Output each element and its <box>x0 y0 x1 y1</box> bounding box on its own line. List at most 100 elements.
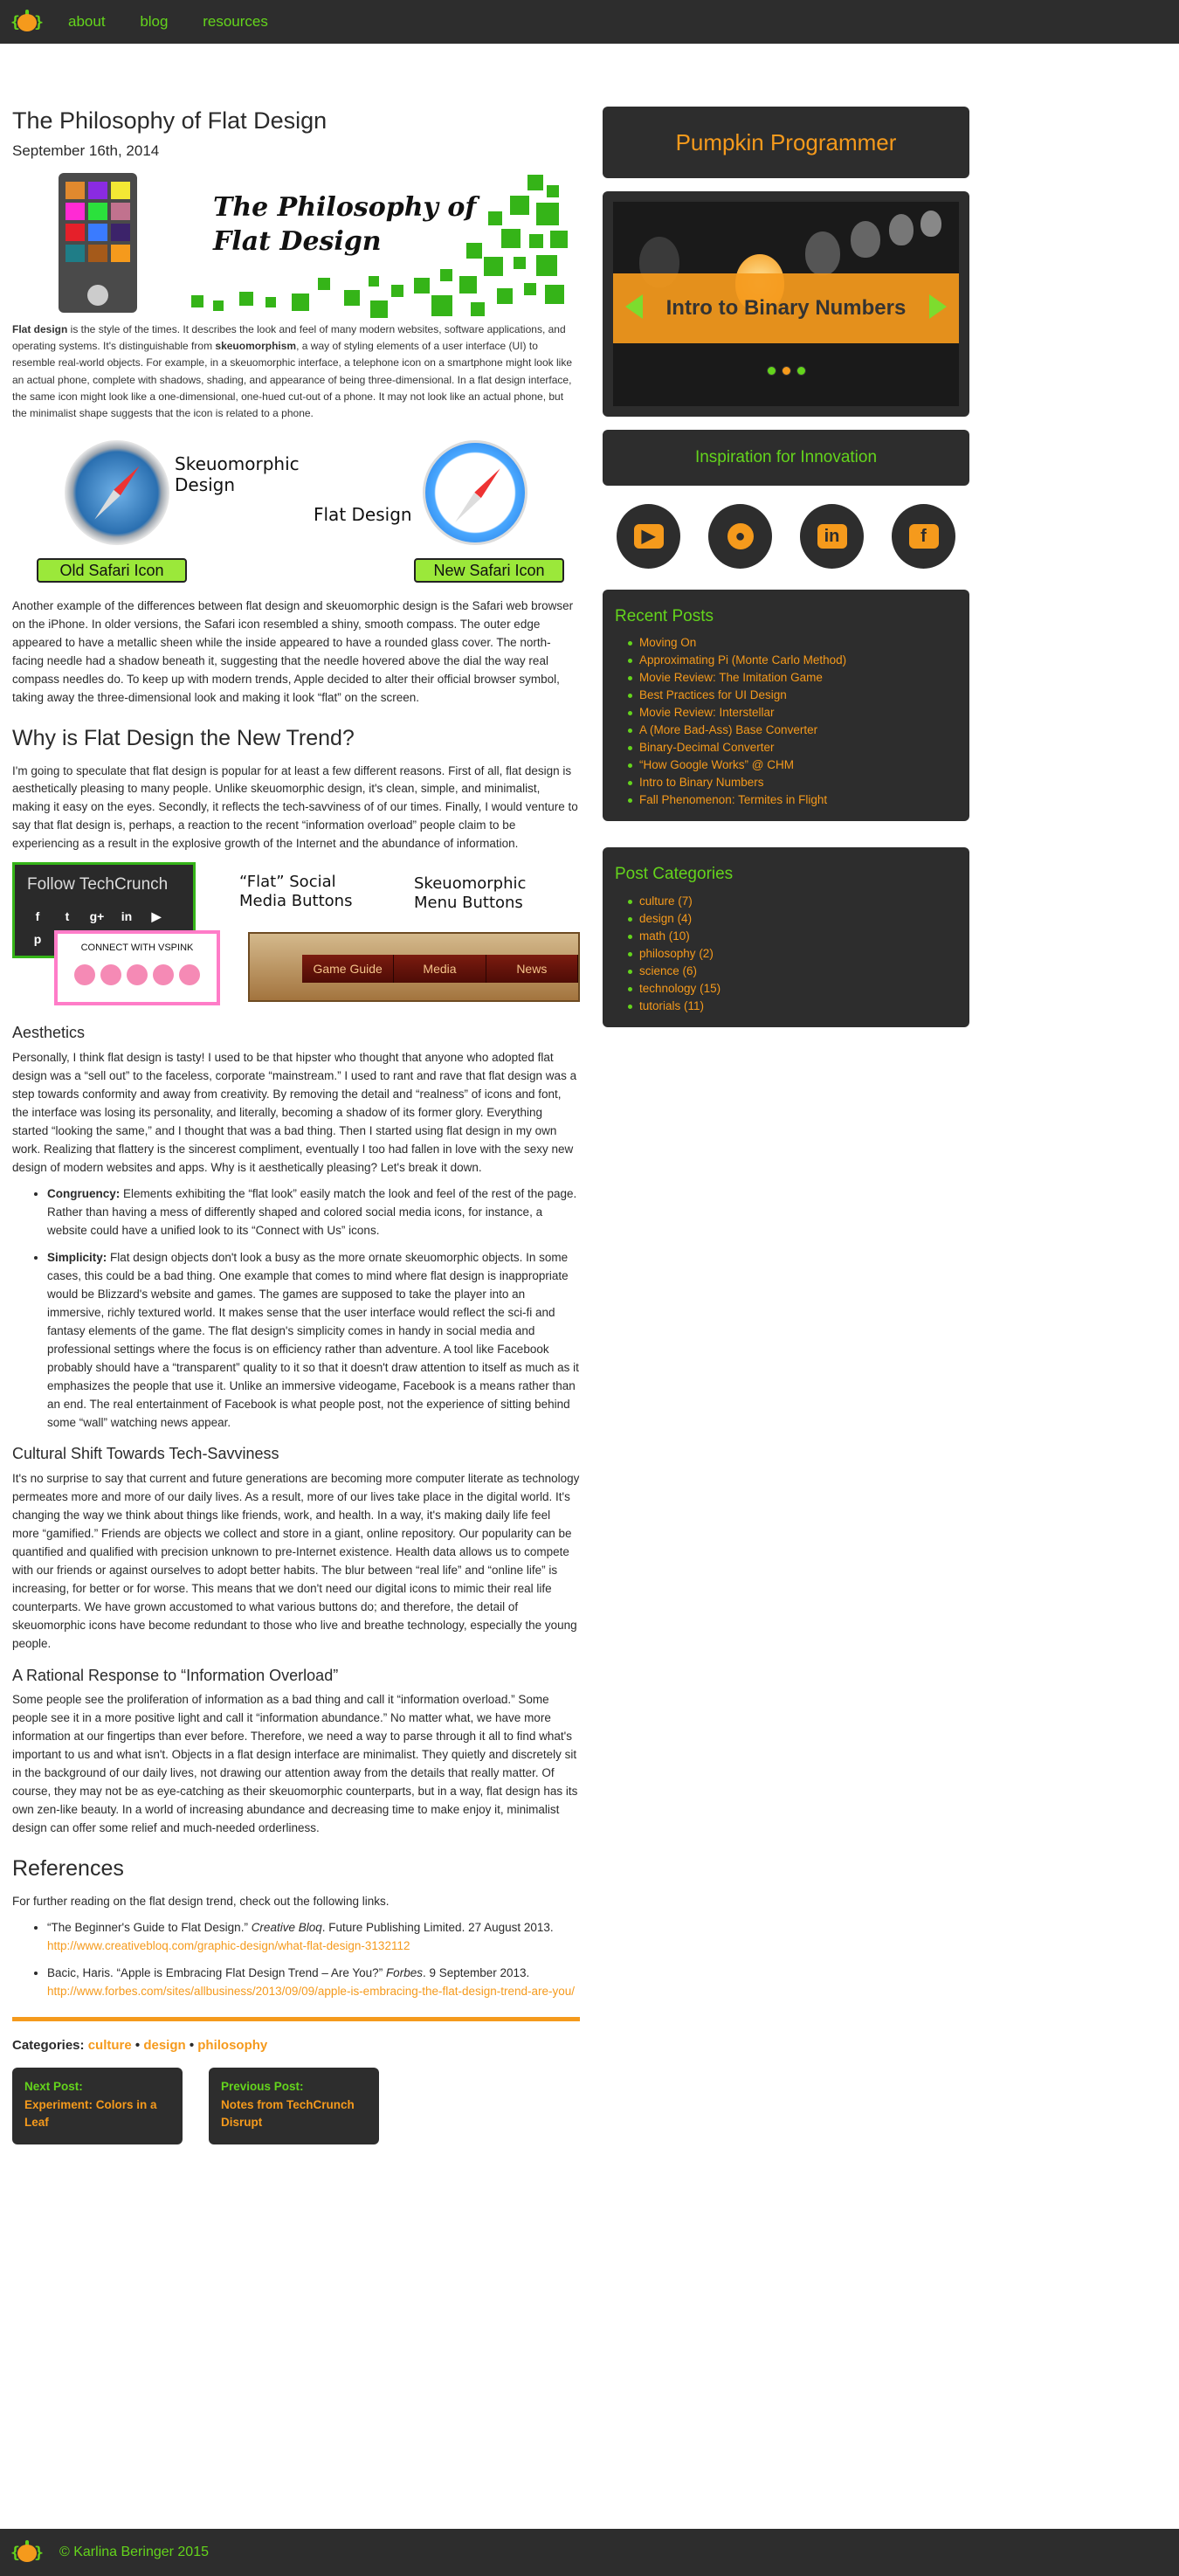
site-footer: {} © Karlina Beringer 2015 <box>0 2529 1179 2576</box>
category-name: tutorials <box>639 998 681 1012</box>
old-safari-compass-icon <box>65 440 169 546</box>
youtube-icon: ▶ <box>151 908 162 923</box>
featured-slider: Intro to Binary Numbers <box>603 191 969 417</box>
nav-link-about[interactable]: about <box>68 13 106 30</box>
slider-dot[interactable] <box>781 366 791 376</box>
category-link[interactable]: tutorials (11) <box>628 998 957 1015</box>
recent-post-link[interactable]: Movie Review: Interstellar <box>628 704 957 722</box>
bullet-term: Simplicity: <box>47 1251 107 1265</box>
youtube-icon[interactable]: ▶ <box>617 504 680 569</box>
recent-post-link[interactable]: Binary-Decimal Converter <box>628 739 957 756</box>
reference-link[interactable]: http://www.forbes.com/sites/allbusiness/… <box>47 1985 575 1998</box>
top-nav-bar: {} about blog resources <box>0 0 1179 44</box>
post-navigation: Next Post: Experiment: Colors in a Leaf … <box>12 2068 580 2145</box>
google-plus-icon: g+ <box>89 908 105 923</box>
list-item: Simplicity: Flat design objects don't lo… <box>47 1249 580 1432</box>
recent-post-link[interactable]: “How Google Works” @ CHM <box>628 756 957 774</box>
references-list: “The Beginner's Guide to Flat Design.” C… <box>47 1919 580 2001</box>
bullet-text: Elements exhibiting the “flat look” easi… <box>47 1187 577 1238</box>
new-safari-compass-icon <box>423 440 527 546</box>
category-link[interactable]: science (6) <box>628 963 957 980</box>
previous-post-button[interactable]: Previous Post: Notes from TechCrunch Dis… <box>209 2068 379 2145</box>
category-name: culture <box>639 894 675 908</box>
nav-link-resources[interactable]: resources <box>203 13 268 30</box>
heading-cultural-shift: Cultural Shift Towards Tech-Savviness <box>12 1445 279 1463</box>
ref-source: Forbes <box>385 1966 423 1980</box>
recent-posts-title: Recent Posts <box>615 607 714 625</box>
category-link-philosophy[interactable]: philosophy <box>197 2038 267 2053</box>
copyright-text: © Karlina Beringer 2015 <box>59 2544 209 2559</box>
bullet-term: Congruency: <box>47 1187 121 1201</box>
category-link[interactable]: culture (7) <box>628 893 957 910</box>
category-count: (6) <box>682 963 698 977</box>
category-name: science <box>639 963 679 977</box>
next-post-button[interactable]: Next Post: Experiment: Colors in a Leaf <box>12 2068 183 2145</box>
recent-post-link[interactable]: A (More Bad-Ass) Base Converter <box>628 722 957 739</box>
reference-link[interactable]: http://www.creativebloq.com/graphic-desi… <box>47 1939 410 1952</box>
category-count: (4) <box>677 911 693 925</box>
category-name: math <box>639 929 666 943</box>
inspiration-banner[interactable]: Inspiration for Innovation <box>603 430 969 486</box>
slider-next-arrow-icon[interactable] <box>929 294 947 319</box>
pinterest-icon: p <box>33 931 42 946</box>
linkedin-icon: in <box>121 908 133 923</box>
old-safari-icon-tag: Old Safari Icon <box>37 558 187 584</box>
safari-paragraph: Another example of the differences betwe… <box>12 599 574 704</box>
slide-image[interactable]: Intro to Binary Numbers <box>613 202 959 406</box>
post-categories: Categories: culture • design • philosoph… <box>12 2038 268 2054</box>
site-brand[interactable]: Pumpkin Programmer <box>603 107 969 178</box>
ref-text: Bacic, Haris. “Apple is Embracing Flat D… <box>47 1966 386 1980</box>
nav-link-blog[interactable]: blog <box>140 13 168 30</box>
slider-prev-arrow-icon[interactable] <box>625 294 643 319</box>
post-categories-widget: Post Categories culture (7) design (4) m… <box>603 847 969 1027</box>
slider-dot[interactable] <box>796 366 806 376</box>
category-count: (2) <box>699 946 714 960</box>
social-vs-menu-image: Follow TechCrunch f t g+ in ▶ p CONNECT … <box>12 862 580 1011</box>
linkedin-icon[interactable]: in <box>800 504 864 569</box>
category-link[interactable]: design (4) <box>628 910 957 928</box>
recent-post-link[interactable]: Moving On <box>628 634 957 652</box>
heading-aesthetics: Aesthetics <box>12 1024 86 1042</box>
pumpkin-logo-icon: {} <box>10 2538 44 2567</box>
label-skeuomorphic-design: Skeuomorphic Design <box>175 453 300 496</box>
recent-post-link[interactable]: Movie Review: The Imitation Game <box>628 669 957 687</box>
pumpkin-logo-icon[interactable]: {} <box>10 7 44 37</box>
blog-post: The Philosophy of Flat Design September … <box>12 107 580 2145</box>
heading-rational-response: A Rational Response to “Information Over… <box>12 1666 339 1684</box>
facebook-icon[interactable]: f <box>892 504 955 569</box>
list-item: Congruency: Elements exhibiting the “fla… <box>47 1185 580 1240</box>
recent-post-link[interactable]: Intro to Binary Numbers <box>628 774 957 791</box>
heading-new-trend: Why is Flat Design the New Trend? <box>12 725 355 750</box>
intro-paragraph: Flat design is the style of the times. I… <box>12 321 580 422</box>
list-item: “The Beginner's Guide to Flat Design.” C… <box>47 1919 580 1956</box>
new-safari-icon-tag: New Safari Icon <box>414 558 564 584</box>
safari-icon-comparison-image: Skeuomorphic Design Flat Design Old Safa… <box>12 436 580 589</box>
cultural-paragraph: It's no surprise to say that current and… <box>12 1472 580 1650</box>
ref-source: Creative Bloq <box>251 1921 322 1935</box>
recent-post-link[interactable]: Best Practices for UI Design <box>628 687 957 704</box>
categories-label: Categories: <box>12 2038 85 2054</box>
recent-post-link[interactable]: Approximating Pi (Monte Carlo Method) <box>628 652 957 669</box>
category-link-culture[interactable]: culture <box>88 2038 132 2053</box>
category-name: technology <box>639 981 697 995</box>
recent-post-link[interactable]: Fall Phenomenon: Termites in Flight <box>628 791 957 809</box>
slider-dot[interactable] <box>766 366 776 376</box>
hero-title-text: The Philosophy of Flat Design <box>213 192 477 258</box>
post-title: The Philosophy of Flat Design <box>12 107 328 134</box>
post-categories-title: Post Categories <box>615 865 734 884</box>
category-count: (7) <box>678 894 693 908</box>
category-link[interactable]: philosophy (2) <box>628 945 957 963</box>
github-icon[interactable]: ● <box>708 504 772 569</box>
intro-lead: Flat design <box>12 323 68 336</box>
skeuomorphic-menu-bar: Game Guide Media News <box>248 932 580 1003</box>
menu-game-guide: Game Guide <box>302 955 395 984</box>
label-skeuomorphic-menu-buttons: Skeuomorphic Menu Buttons <box>414 874 527 912</box>
ref-text: . Future Publishing Limited. 27 August 2… <box>321 1921 554 1935</box>
top-nav: about blog resources <box>68 10 300 33</box>
category-link-design[interactable]: design <box>143 2038 185 2053</box>
aesthetics-list: Congruency: Elements exhibiting the “fla… <box>47 1185 580 1432</box>
next-post-title: Experiment: Colors in a Leaf <box>24 2098 157 2129</box>
category-link[interactable]: technology (15) <box>628 980 957 998</box>
vspink-label: CONNECT WITH VSPINK <box>80 943 194 954</box>
category-link[interactable]: math (10) <box>628 928 957 945</box>
